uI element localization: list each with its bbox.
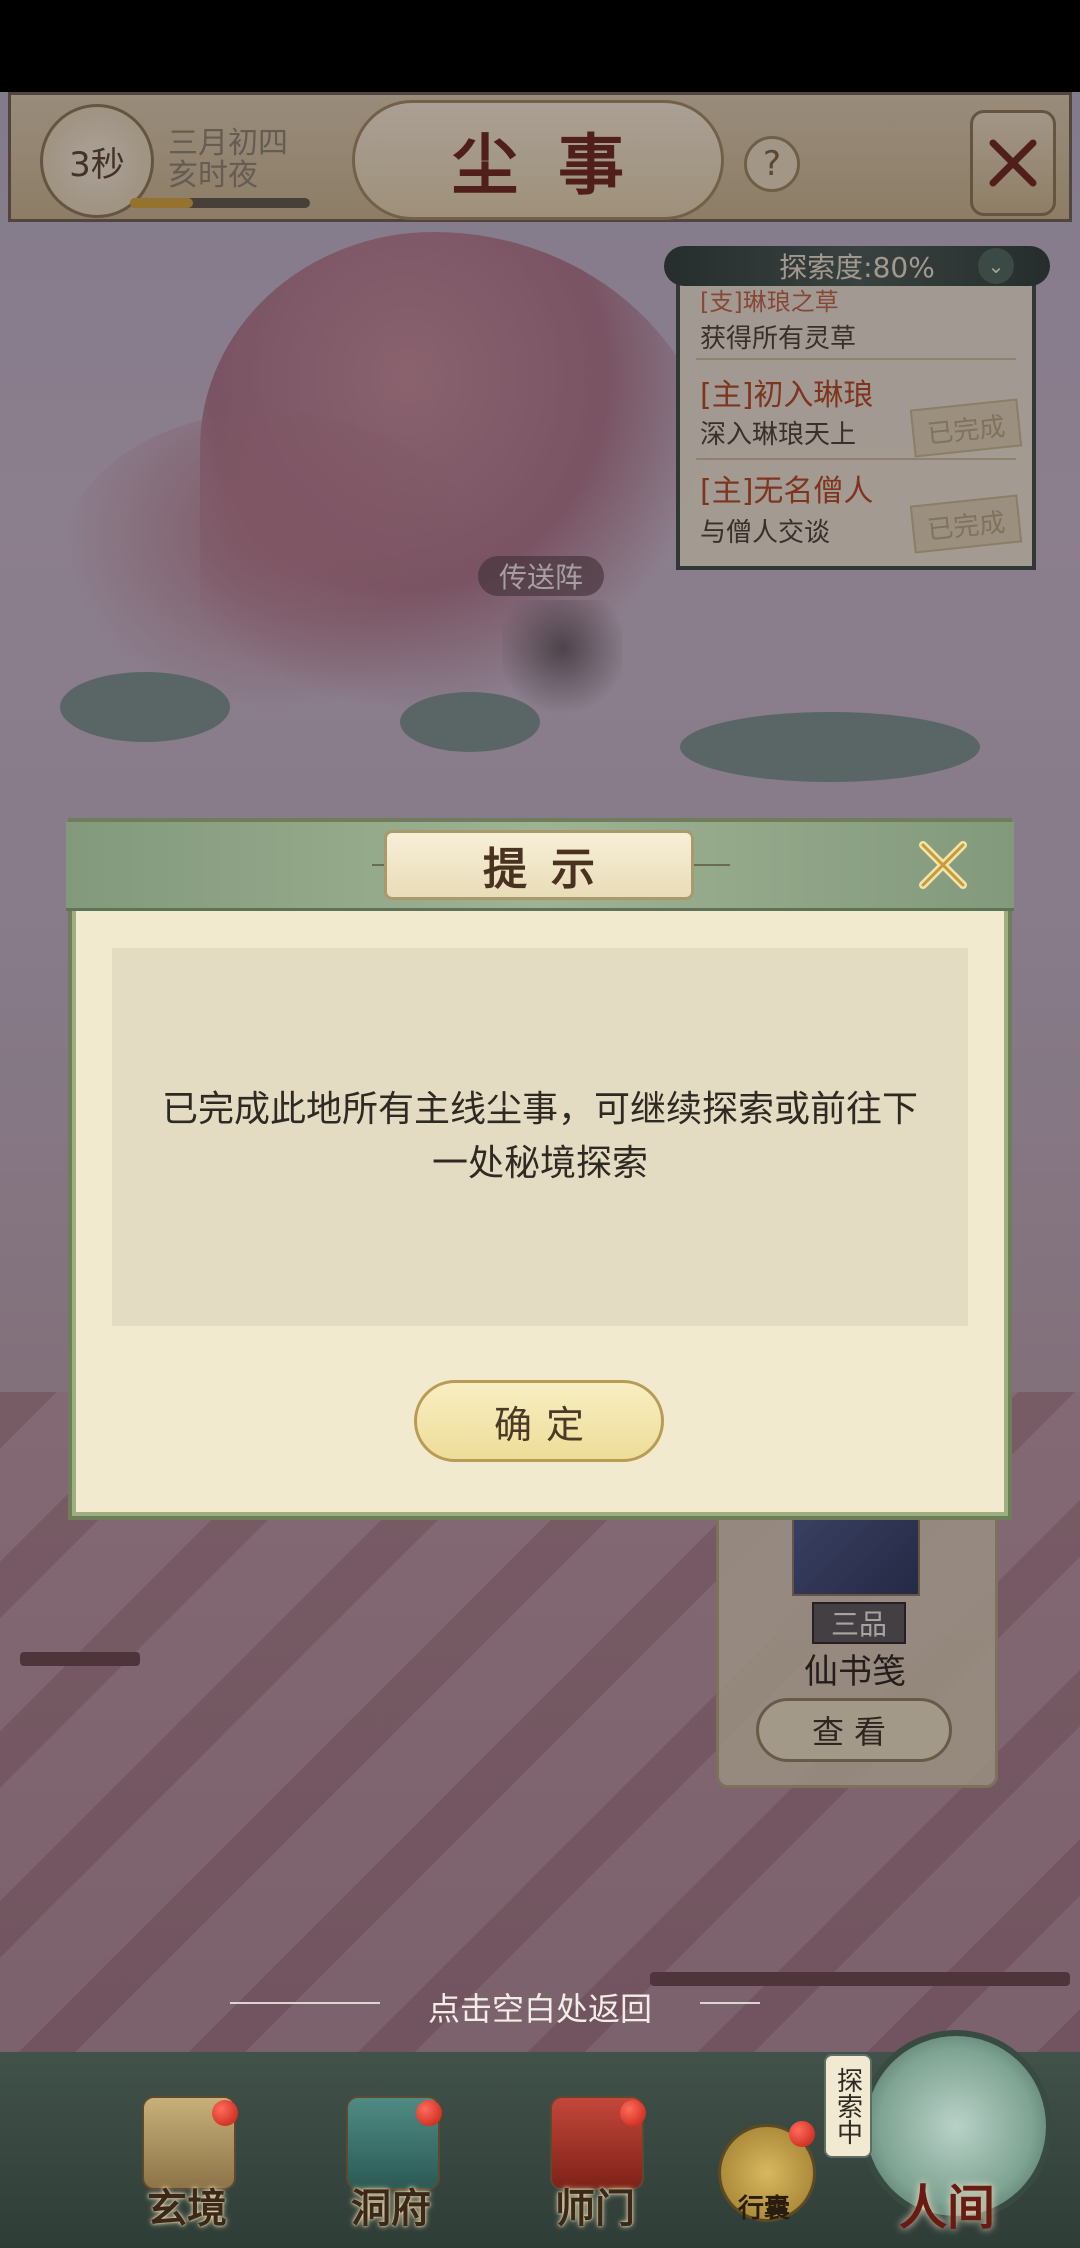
exploring-tag: 探索中 [824,2054,872,2158]
bag-label: 行囊 [737,2194,790,2224]
world-label: 人间 [898,2180,995,2236]
notification-dot [416,2100,442,2126]
nav-item-dongfu[interactable]: 洞府 [326,2096,456,2246]
nav-label: 玄境 [147,2185,227,2232]
notification-dot [789,2121,815,2147]
notification-dot [620,2100,646,2126]
nav-item-xuanjing[interactable]: 玄境 [122,2096,252,2246]
tap-to-return-hint: 点击空白处返回 [427,1990,652,2028]
nav-item-shimen[interactable]: 师门 [530,2096,660,2246]
nav-label: 洞府 [351,2185,431,2232]
confirm-button[interactable]: 确定 [414,1380,664,1462]
dialog-close-button[interactable] [910,832,976,898]
dialog-message: 已完成此地所有主线尘事，可继续探索或前往下一处秘境探索 [161,1089,918,1184]
dialog-title: 提示 [384,830,694,900]
dialog-body: 已完成此地所有主线尘事，可继续探索或前往下一处秘境探索 [112,948,968,1326]
nav-label: 师门 [555,2185,635,2232]
decor-line [690,864,730,866]
notification-dot [212,2100,238,2126]
close-x-icon [919,841,967,889]
